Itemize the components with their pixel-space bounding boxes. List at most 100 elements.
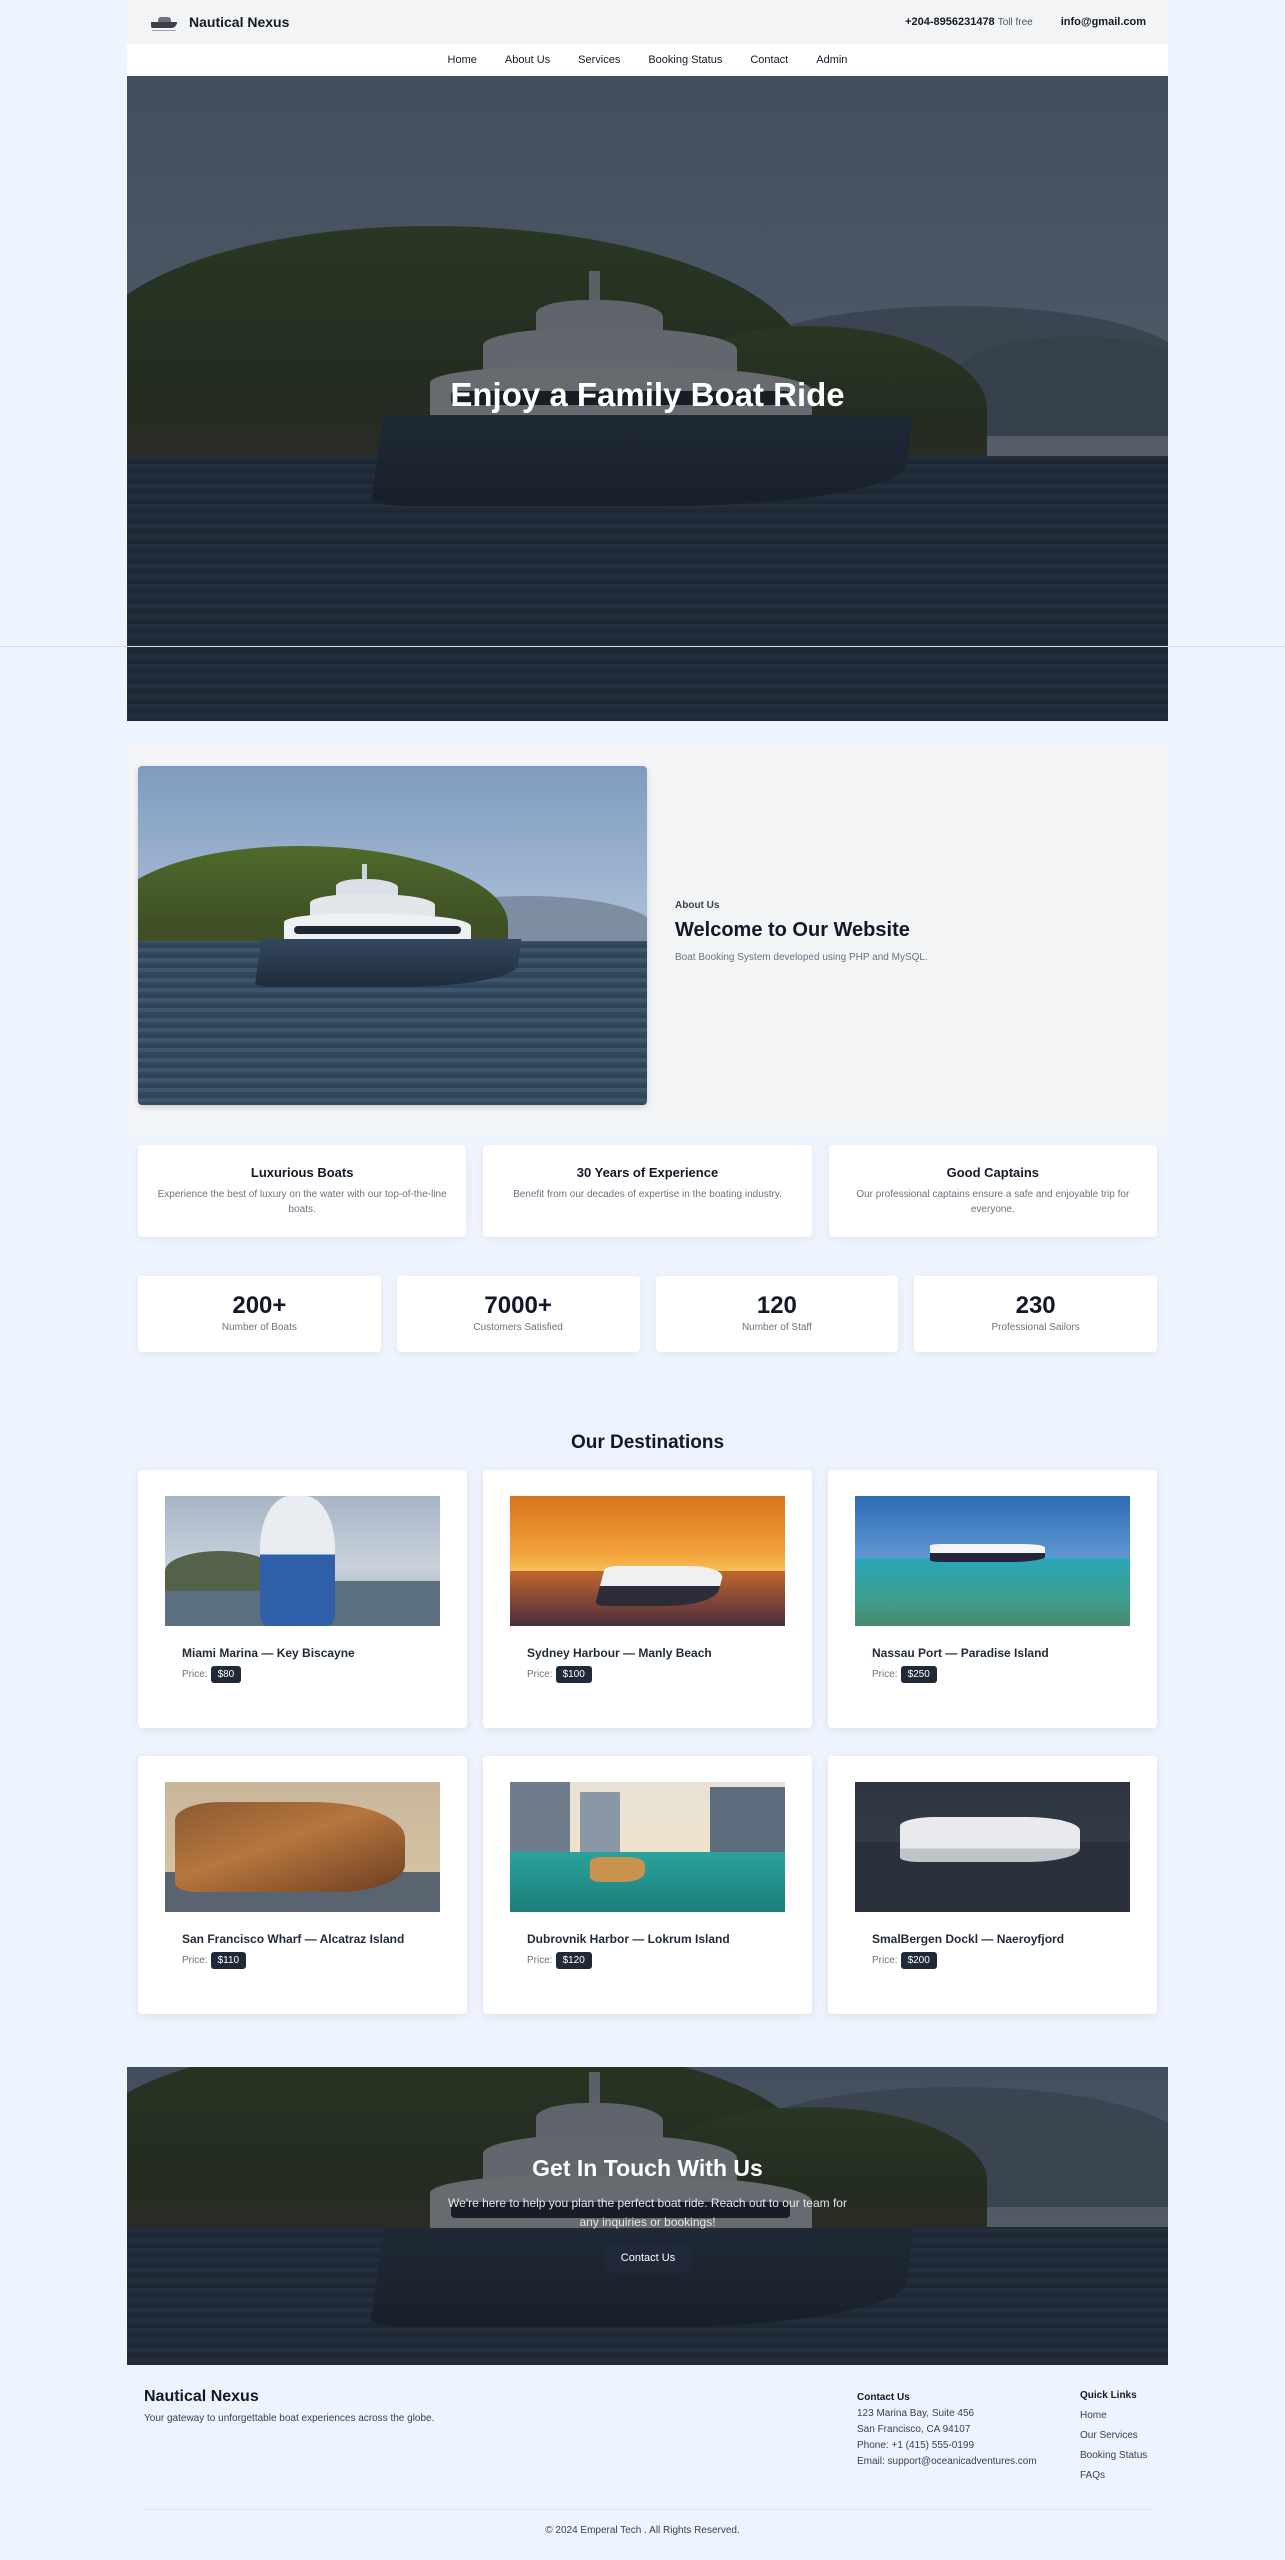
nav-booking-status[interactable]: Booking Status: [648, 54, 722, 66]
copyright: © 2024 Emperal Tech . All Rights Reserve…: [545, 2525, 740, 2536]
nav-about-us[interactable]: About Us: [505, 54, 550, 66]
stat-label: Number of Staff: [741, 1322, 812, 1333]
main-nav: Home About Us Services Booking Status Co…: [127, 44, 1168, 76]
email-link[interactable]: info@gmail.com: [1061, 16, 1146, 28]
price-label: Price:: [527, 1669, 553, 1680]
price-badge: $250: [900, 1666, 937, 1683]
destination-image: [510, 1496, 785, 1626]
price-label: Price:: [182, 1955, 208, 1966]
price-badge: $200: [900, 1952, 937, 1969]
destination-card[interactable]: Dubrovnik Harbor — Lokrum Island Price: …: [483, 1756, 812, 2014]
stat-card: 120 Number of Staff: [655, 1276, 899, 1352]
footer-address-line: San Francisco, CA 94107: [857, 2424, 971, 2435]
cta-text: We're here to help you plan the perfect …: [448, 2196, 847, 2229]
footer-email[interactable]: Email: support@oceanicadventures.com: [857, 2454, 1037, 2470]
footer-link-home[interactable]: Home: [1080, 2410, 1147, 2421]
toll-free-label: Toll free: [997, 17, 1033, 28]
destination-card[interactable]: Nassau Port — Paradise Island Price: $25…: [828, 1470, 1157, 1728]
about-yacht-image: [138, 766, 647, 1105]
stat-card: 7000+ Customers Satisfied: [396, 1276, 640, 1352]
destination-card[interactable]: Sydney Harbour — Manly Beach Price: $100: [483, 1470, 812, 1728]
about-description: Boat Booking System developed using PHP …: [675, 952, 928, 963]
brand[interactable]: Nautical Nexus: [149, 11, 289, 33]
nav-home[interactable]: Home: [448, 54, 477, 66]
destination-name: Dubrovnik Harbor — Lokrum Island: [527, 1932, 730, 1946]
top-bar: Nautical Nexus +204-8956231478 Toll free …: [127, 0, 1168, 44]
feature-card: 30 Years of Experience Benefit from our …: [483, 1145, 812, 1237]
footer-brand: Nautical Nexus: [144, 2388, 259, 2405]
destination-image: [165, 1782, 440, 1912]
footer-divider: [144, 2509, 1151, 2510]
cta-title: Get In Touch With Us: [532, 2155, 763, 2181]
feature-card: Good Captains Our professional captains …: [828, 1145, 1157, 1237]
feature-description: Our professional captains ensure a safe …: [856, 1189, 1130, 1215]
features-row: Luxurious Boats Experience the best of l…: [127, 1145, 1168, 1237]
destination-name: Miami Marina — Key Biscayne: [182, 1646, 355, 1660]
feature-description: Benefit from our decades of expertise in…: [513, 1189, 782, 1200]
destination-price: Price: $80: [165, 1666, 440, 1683]
top-contacts: +204-8956231478 Toll free info@gmail.com: [905, 16, 1146, 28]
price-label: Price:: [872, 1955, 898, 1966]
destination-price: Price: $120: [510, 1952, 785, 1969]
destination-image: [855, 1782, 1130, 1912]
hero-banner: Enjoy a Family Boat Ride: [127, 76, 1168, 721]
feature-title: 30 Years of Experience: [576, 1165, 719, 1180]
destination-image: [510, 1782, 785, 1912]
contact-us-button[interactable]: Contact Us: [602, 2243, 694, 2273]
stat-value: 230: [1015, 1292, 1056, 1319]
stat-card: 200+ Number of Boats: [138, 1276, 381, 1352]
stat-label: Number of Boats: [221, 1322, 297, 1333]
hero-title: Enjoy a Family Boat Ride: [450, 376, 845, 413]
destination-name: Nassau Port — Paradise Island: [872, 1646, 1049, 1660]
destinations-grid: Miami Marina — Key Biscayne Price: $80 S…: [127, 1470, 1168, 2014]
footer-phone: Phone: +1 (415) 555-0199: [857, 2440, 975, 2451]
stat-value: 200+: [232, 1292, 287, 1319]
nav-admin[interactable]: Admin: [816, 54, 847, 66]
footer-link-faqs[interactable]: FAQs: [1080, 2470, 1147, 2481]
about-section: About Us Welcome to Our Website Boat Boo…: [127, 745, 1168, 1135]
price-label: Price:: [872, 1669, 898, 1680]
stat-value: 120: [756, 1292, 797, 1319]
feature-title: Luxurious Boats: [250, 1165, 354, 1180]
price-label: Price:: [527, 1955, 553, 1966]
footer-link-services[interactable]: Our Services: [1080, 2430, 1147, 2441]
brand-name[interactable]: Nautical Nexus: [189, 14, 289, 30]
about-kicker: About Us: [675, 900, 720, 911]
price-badge: $120: [555, 1952, 592, 1969]
boat-logo-icon: [149, 11, 179, 33]
footer: Nautical Nexus Your gateway to unforgett…: [127, 2375, 1168, 2515]
footer-contact-heading: Contact Us: [857, 2392, 910, 2403]
destination-card[interactable]: SmalBergen Dockl — Naeroyfjord Price: $2…: [828, 1756, 1157, 2014]
destination-name: SmalBergen Dockl — Naeroyfjord: [872, 1932, 1065, 1946]
destination-price: Price: $250: [855, 1666, 1130, 1683]
stats-row: 200+ Number of Boats 7000+ Customers Sat…: [127, 1276, 1168, 1352]
destination-card[interactable]: San Francisco Wharf — Alcatraz Island Pr…: [138, 1756, 467, 2014]
divider: [0, 646, 1285, 647]
feature-card: Luxurious Boats Experience the best of l…: [138, 1145, 467, 1237]
destination-name: San Francisco Wharf — Alcatraz Island: [182, 1932, 405, 1946]
footer-links-heading: Quick Links: [1080, 2390, 1137, 2401]
destination-price: Price: $200: [855, 1952, 1130, 1969]
stat-label: Professional Sailors: [991, 1322, 1080, 1333]
destination-image: [165, 1496, 440, 1626]
footer-address-line: 123 Marina Bay, Suite 456: [857, 2408, 975, 2419]
footer-quick-links: Quick Links Home Our Services Booking St…: [1080, 2390, 1147, 2481]
feature-title: Good Captains: [946, 1165, 1040, 1180]
footer-link-booking-status[interactable]: Booking Status: [1080, 2450, 1147, 2461]
stat-card: 230 Professional Sailors: [914, 1276, 1157, 1352]
about-text: About Us Welcome to Our Website Boat Boo…: [675, 900, 928, 963]
phone-info: +204-8956231478 Toll free: [905, 16, 1033, 28]
destination-card[interactable]: Miami Marina — Key Biscayne Price: $80: [138, 1470, 467, 1728]
footer-tagline: Your gateway to unforgettable boat exper…: [144, 2413, 435, 2424]
price-badge: $110: [210, 1952, 247, 1969]
price-badge: $100: [555, 1666, 592, 1683]
feature-description: Experience the best of luxury on the wat…: [157, 1189, 447, 1215]
price-label: Price:: [182, 1669, 208, 1680]
stat-value: 7000+: [484, 1292, 552, 1319]
phone-number[interactable]: +204-8956231478: [905, 16, 995, 28]
stat-label: Customers Satisfied: [473, 1322, 563, 1333]
nav-services[interactable]: Services: [578, 54, 620, 66]
footer-contact: Contact Us 123 Marina Bay, Suite 456 San…: [857, 2390, 1037, 2470]
destination-name: Sydney Harbour — Manly Beach: [527, 1646, 712, 1660]
nav-contact[interactable]: Contact: [750, 54, 788, 66]
